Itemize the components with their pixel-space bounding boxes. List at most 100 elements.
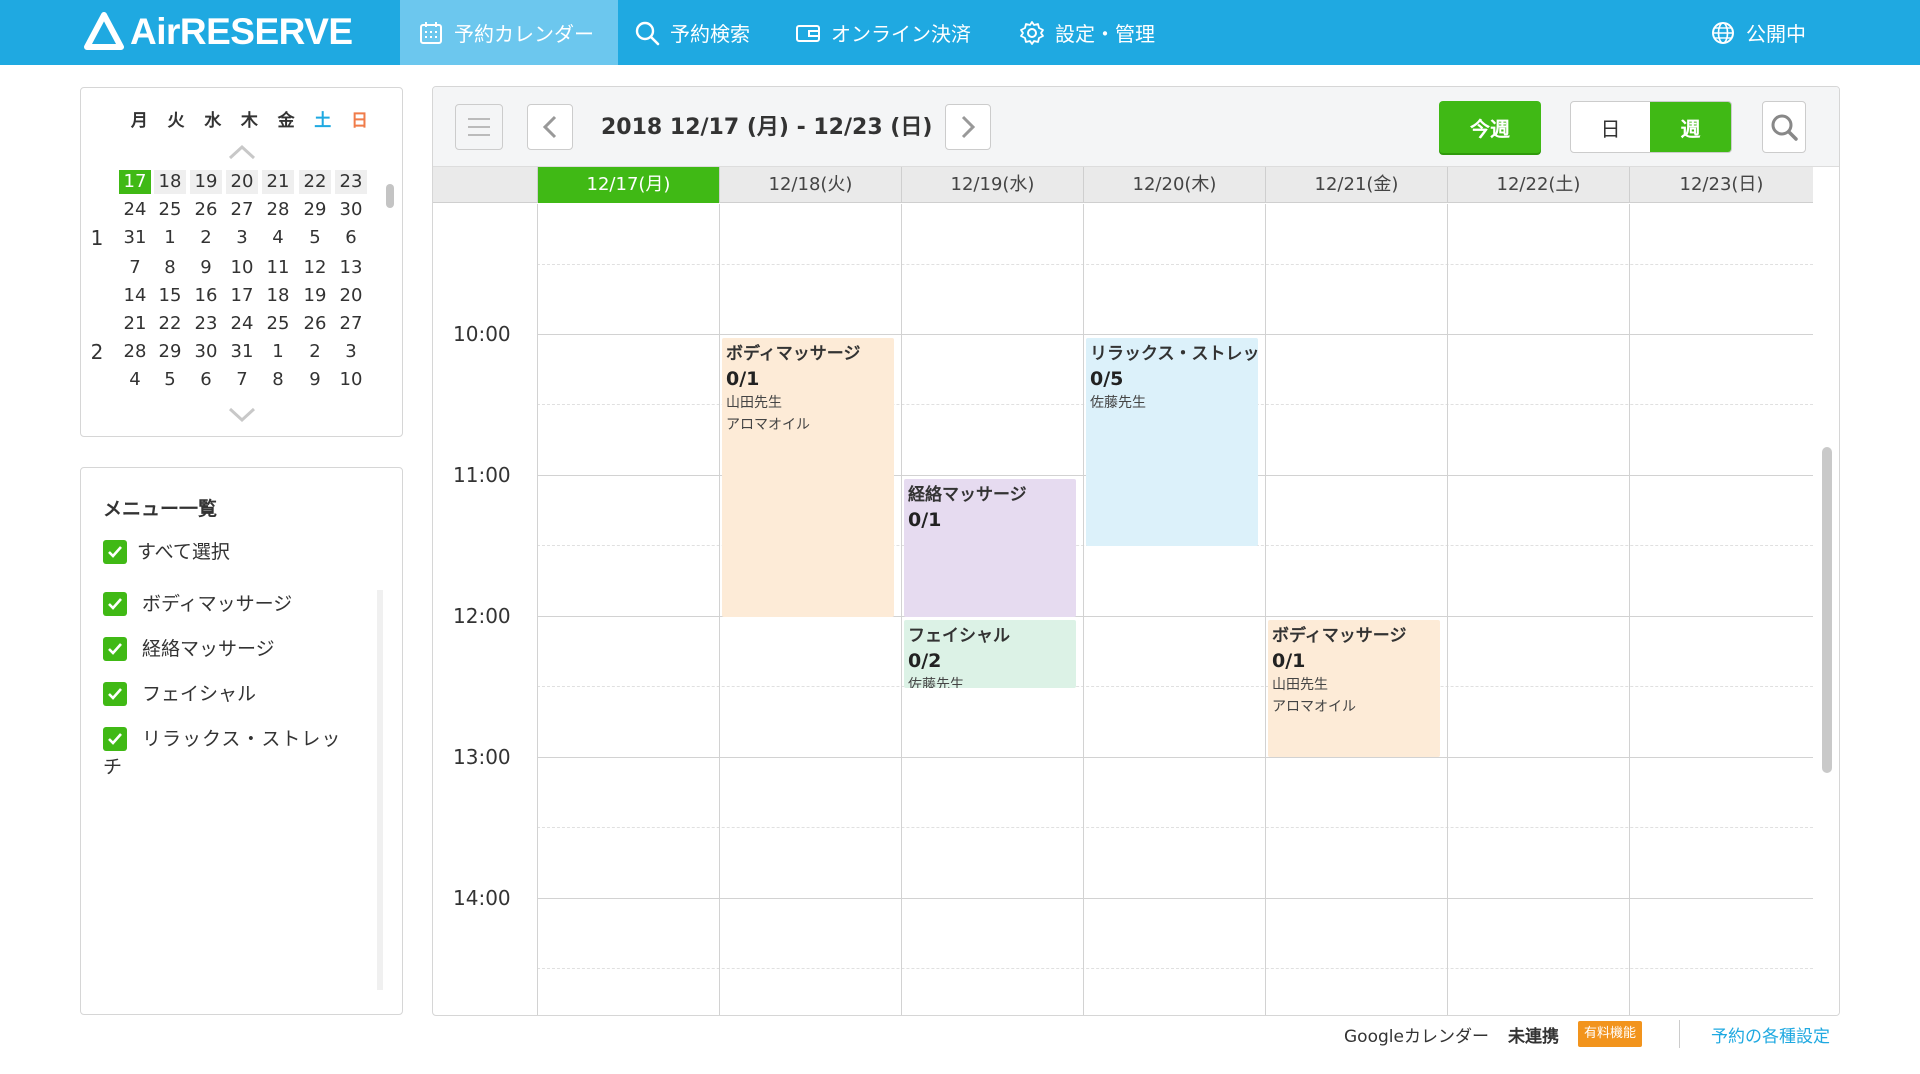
menu-item-body-massage[interactable]: ボディマッサージ [103,590,363,618]
mini-calendar-day[interactable]: 17 [119,170,151,194]
mini-calendar-day[interactable]: 28 [262,198,294,222]
menu-scrollbar[interactable] [377,590,383,990]
mini-calendar-day[interactable]: 6 [190,368,222,392]
day-header-1[interactable]: 12/17(月) [537,167,719,203]
mini-calendar-day[interactable]: 22 [299,170,331,194]
mini-calendar-day[interactable]: 10 [335,368,367,392]
day-header-5[interactable]: 12/21(金) [1265,167,1447,203]
next-week-button[interactable] [945,104,991,150]
menu-item-meridian-massage[interactable]: 経絡マッサージ [103,635,363,663]
day-header-7[interactable]: 12/23(日) [1629,167,1813,203]
mini-calendar-day[interactable]: 18 [154,170,186,194]
mini-calendar-day[interactable]: 26 [190,198,222,222]
mini-calendar-day[interactable]: 28 [119,340,151,364]
nav-reservation-search[interactable]: 予約検索 [634,0,750,65]
mini-calendar-day[interactable]: 21 [262,170,294,194]
mini-calendar-day[interactable]: 21 [119,312,151,336]
calendar-scrollbar[interactable] [1822,447,1832,773]
mini-calendar-day[interactable]: 13 [335,256,367,280]
mini-calendar-day[interactable]: 20 [226,170,258,194]
mini-calendar-day[interactable]: 23 [190,312,222,336]
mini-calendar-day[interactable]: 2 [299,340,331,364]
mini-calendar-day[interactable]: 3 [226,226,258,250]
checkbox-checked-icon [103,682,127,706]
mini-calendar-day[interactable]: 8 [154,256,186,280]
mini-calendar-day[interactable]: 10 [226,256,258,280]
reservation-event[interactable]: ボディマッサージ 0/1 山田先生 アロマオイル [1268,620,1440,757]
mini-calendar-day[interactable]: 19 [190,170,222,194]
mini-calendar-day[interactable]: 16 [190,284,222,308]
mini-calendar-day[interactable]: 15 [154,284,186,308]
prev-week-button[interactable] [527,104,573,150]
week-view-button[interactable]: 週 [1650,102,1731,152]
mini-calendar-day[interactable]: 1 [262,340,294,364]
reservation-event[interactable]: ボディマッサージ 0/1 山田先生 アロマオイル [722,338,894,617]
mini-calendar-scrollbar[interactable] [386,184,394,208]
event-note: アロマオイル [726,417,810,433]
mini-calendar-day[interactable]: 9 [190,256,222,280]
hamburger-button[interactable] [455,104,503,150]
mini-calendar-day[interactable]: 4 [262,226,294,250]
mini-calendar-day[interactable]: 14 [119,284,151,308]
mini-calendar-day[interactable]: 29 [299,198,331,222]
mini-calendar-day[interactable]: 18 [262,284,294,308]
reservation-event[interactable]: リラックス・ストレッチ 0/5 佐藤先生 [1086,338,1258,546]
reservation-event[interactable]: フェイシャル 0/2 佐藤先生 [904,620,1076,688]
mini-calendar-day[interactable]: 27 [335,312,367,336]
mini-calendar-week-row: 2 28 29 30 31 1 2 3 [81,340,381,368]
mini-calendar-day[interactable]: 5 [154,368,186,392]
day-header-2[interactable]: 12/18(火) [719,167,901,203]
mini-calendar-day[interactable]: 30 [190,340,222,364]
wallet-icon [796,24,820,42]
mini-calendar-day[interactable]: 20 [335,284,367,308]
day-header-4[interactable]: 12/20(木) [1083,167,1265,203]
mini-calendar-day[interactable]: 12 [299,256,331,280]
mini-calendar-day[interactable]: 29 [154,340,186,364]
half-hour-line [537,968,1813,969]
mini-calendar-day[interactable]: 19 [299,284,331,308]
mini-calendar-day[interactable]: 25 [154,198,186,222]
nav-reservation-calendar[interactable]: 予約カレンダー [400,0,618,65]
reservation-event[interactable]: 経絡マッサージ 0/1 [904,479,1076,617]
mini-calendar-day[interactable]: 7 [119,256,151,280]
day-header-row: 12/17(月) 12/18(火) 12/19(水) 12/20(木) 12/21(金)… [433,167,1813,203]
chevron-up-icon[interactable] [227,143,257,161]
calendar-search-button[interactable] [1762,101,1806,153]
nav-online-payment[interactable]: オンライン決済 [795,0,971,65]
publish-status[interactable]: 公開中 [1710,0,1806,65]
mini-calendar-day[interactable]: 2 [190,226,222,250]
day-view-button[interactable]: 日 [1571,102,1650,152]
this-week-button[interactable]: 今週 [1439,101,1541,153]
day-header-6[interactable]: 12/22(土) [1447,167,1629,203]
mini-calendar-day[interactable]: 25 [262,312,294,336]
day-column-line [901,204,902,1015]
menu-item-relax-stretch[interactable]: リラックス・ストレッチ [103,725,353,781]
mini-calendar-day[interactable]: 31 [119,226,151,250]
mini-calendar-day[interactable]: 17 [226,284,258,308]
mini-calendar-day[interactable]: 6 [335,226,367,250]
mini-calendar-day[interactable]: 4 [119,368,151,392]
reservation-settings-link[interactable]: 予約の各種設定 [1711,1022,1830,1047]
mini-calendar-day[interactable]: 26 [299,312,331,336]
mini-calendar-day[interactable]: 7 [226,368,258,392]
mini-calendar-day[interactable]: 11 [262,256,294,280]
mini-calendar-day[interactable]: 24 [226,312,258,336]
mini-calendar-day[interactable]: 22 [154,312,186,336]
logo[interactable]: AirRESERVE [84,10,353,54]
mini-calendar-day[interactable]: 5 [299,226,331,250]
mini-calendar-day[interactable]: 31 [226,340,258,364]
chevron-down-icon[interactable] [227,406,257,424]
day-header-3[interactable]: 12/19(水) [901,167,1083,203]
mini-calendar-day[interactable]: 8 [262,368,294,392]
mini-calendar-day[interactable]: 1 [154,226,186,250]
mini-calendar-day[interactable]: 27 [226,198,258,222]
mini-calendar-day[interactable]: 3 [335,340,367,364]
menu-item-facial[interactable]: フェイシャル [103,680,363,708]
mini-calendar-day[interactable]: 30 [335,198,367,222]
select-all-checkbox[interactable]: すべて選択 [103,538,363,566]
mini-calendar-day[interactable]: 9 [299,368,331,392]
mini-calendar-day[interactable]: 23 [335,170,367,194]
event-teacher: 佐藤先生 [908,677,964,688]
mini-calendar-day[interactable]: 24 [119,198,151,222]
nav-settings[interactable]: 設定・管理 [1019,0,1155,65]
